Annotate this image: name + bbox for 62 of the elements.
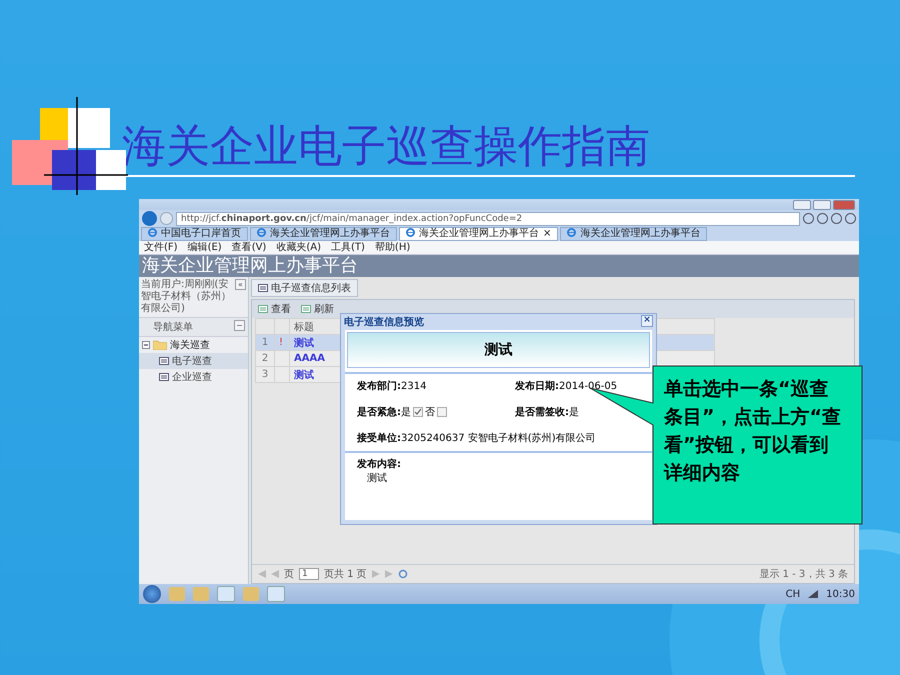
previous-page-icon[interactable] (271, 570, 279, 578)
page-label: 页 (284, 568, 294, 581)
collapse-button[interactable]: « (235, 279, 246, 290)
field-label: 是否紧急: (357, 407, 401, 418)
tree-item[interactable]: 企业巡查 (139, 369, 248, 385)
browser-tab[interactable]: 海关企业管理网上办事平台 (250, 227, 397, 241)
menu-item[interactable]: 文件(F) (144, 241, 178, 254)
back-button[interactable] (142, 211, 157, 226)
page-field[interactable]: 1 (299, 568, 319, 580)
row-number: 3 (256, 366, 274, 382)
slide-title: 海关企业电子巡查操作指南 (122, 125, 650, 169)
menu-item[interactable]: 工具(T) (331, 241, 365, 254)
current-user: 当前用户:周刚刚(安智电子材料（苏州）有限公司) (141, 279, 232, 315)
network-icon[interactable] (808, 590, 818, 598)
last-page-icon[interactable] (384, 570, 393, 578)
language-indicator[interactable]: CH (786, 588, 800, 600)
minimize-button[interactable] (793, 200, 811, 210)
content-text: 测试 (366, 472, 388, 485)
option-label: 否 (425, 407, 435, 418)
field-text: 接受单位:3205240637 安智电子材料(苏州)有限公司 (357, 432, 597, 445)
callout-text: 单击选中一条“巡查条目”，点击上方“查看”按钮，可以看到详细内容 (664, 377, 842, 486)
start-button[interactable] (143, 585, 161, 603)
field-text: 发布日期:2014-06-05 (515, 380, 618, 393)
refresh-button[interactable]: 刷新 (301, 302, 334, 316)
list-icon (159, 356, 169, 366)
page-total: 页共 1 页 (324, 568, 367, 581)
menu-item[interactable]: 查看(V) (232, 241, 266, 254)
clock[interactable]: 10:30 (826, 588, 855, 600)
list-icon (159, 372, 169, 382)
page-summary: 显示 1 - 3，共 3 条 (759, 568, 848, 581)
tab-close-button[interactable]: × (543, 228, 552, 240)
panel-tab[interactable]: 电子巡查信息列表 (251, 279, 358, 297)
tree-item[interactable]: 海关巡查 (170, 338, 210, 352)
menu-item[interactable]: 帮助(H) (374, 241, 410, 254)
browser-tab[interactable]: 海关企业管理网上办事平台 (560, 227, 708, 241)
first-page-icon[interactable] (258, 570, 266, 578)
maximize-button[interactable] (813, 200, 831, 210)
next-page-icon[interactable] (372, 570, 380, 578)
browser-logo-icon (406, 228, 415, 237)
menu-item[interactable]: 收藏夹(A) (276, 241, 321, 254)
close-button[interactable]: × (641, 315, 653, 327)
menu-title: 导航菜单 (153, 320, 193, 334)
browser-tab[interactable]: 中国电子口岸首页 (141, 227, 248, 241)
view-button[interactable]: 查看 (258, 302, 291, 316)
forward-button[interactable] (160, 212, 173, 225)
checkbox[interactable] (413, 407, 423, 418)
list-icon (258, 283, 268, 293)
browser-tab[interactable]: 海关企业管理网上办事平台 × (399, 227, 558, 241)
checkbox[interactable] (437, 407, 447, 418)
field-label: 发布内容: (357, 459, 401, 470)
menu-item[interactable]: 编辑(E) (188, 241, 222, 254)
browser-logo-icon (567, 228, 576, 237)
collapse-icon[interactable] (142, 341, 150, 349)
notice-heading: 测试 (347, 332, 650, 368)
option-label: 是 (401, 407, 411, 418)
minimize-button[interactable]: − (234, 320, 245, 331)
field-text: 是否需签收:是 (515, 406, 580, 419)
address-field[interactable]: http://jcf.chinaport.gov.cn/jcf/main/manager_index.action?opFuncCode=2 (176, 212, 800, 226)
browser-logo-icon (148, 228, 157, 237)
browser-logo-icon (257, 228, 266, 237)
tree-item[interactable]: 电子巡查 (139, 353, 248, 369)
app-header: 海关企业管理网上办事平台 (139, 255, 859, 277)
